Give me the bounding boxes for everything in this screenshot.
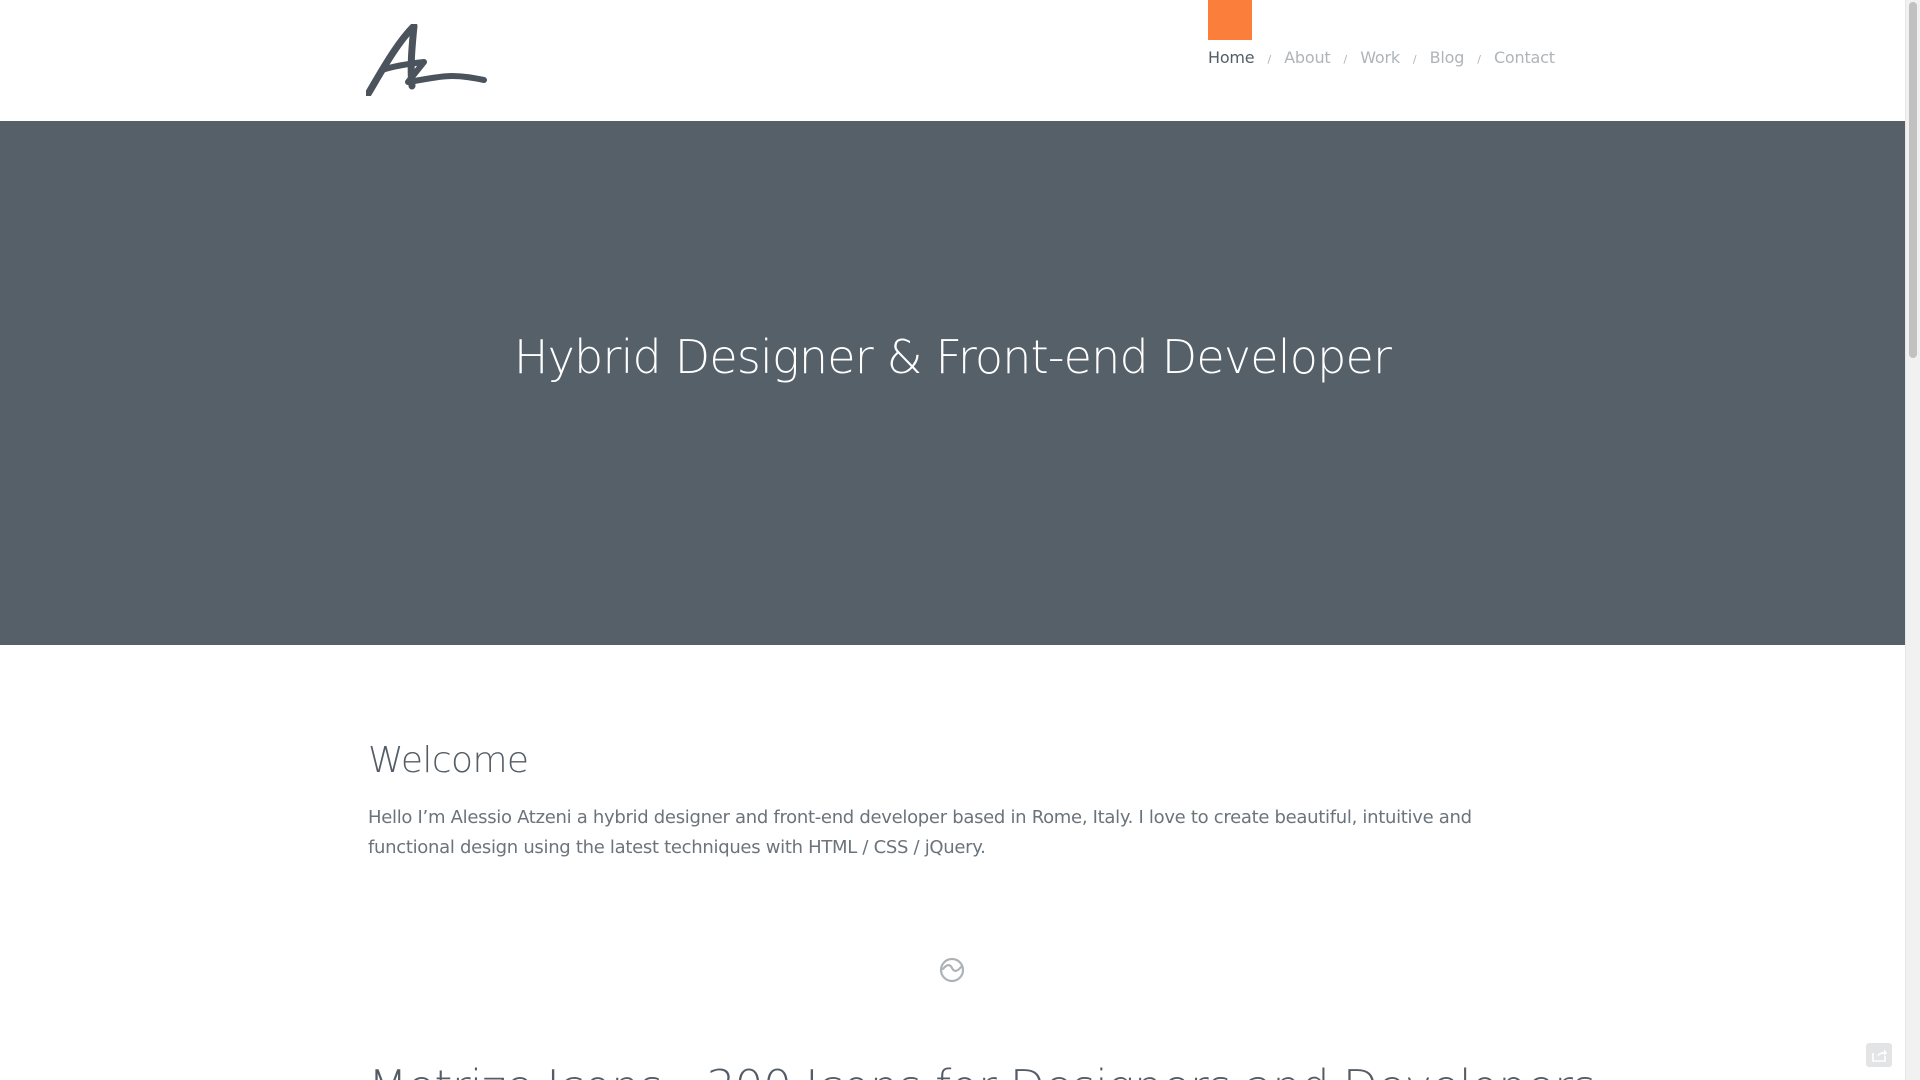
next-section-title[interactable]: Metrize Icons - 300 Icons for Designers … <box>368 1060 1596 1080</box>
nav-separator: / <box>1343 53 1348 66</box>
share-button[interactable] <box>1866 1043 1892 1067</box>
circle-divider-icon <box>938 956 966 984</box>
nav-separator: / <box>1412 53 1417 66</box>
az-signature-logo-icon <box>366 24 487 96</box>
nav-separator: / <box>1477 53 1481 66</box>
hero-title: Hybrid Designer & Front-end Developer <box>513 330 1392 384</box>
nav-item-work[interactable]: Work <box>1360 48 1400 67</box>
page-viewport: Home / About / Work / Blog / Contact Hyb… <box>0 0 1905 1080</box>
site-header: Home / About / Work / Blog / Contact <box>0 0 1905 121</box>
welcome-section: Welcome Hello I’m Alessio Atzeni a hybri… <box>368 740 1538 863</box>
site-logo[interactable] <box>366 24 488 96</box>
browser-page: Home / About / Work / Blog / Contact Hyb… <box>0 0 1920 1080</box>
nav-item-contact[interactable]: Contact <box>1494 48 1555 67</box>
nav-separator: / <box>1267 53 1272 66</box>
welcome-title: Welcome <box>368 740 529 781</box>
page-scrollbar[interactable] <box>1905 0 1920 1080</box>
nav-item-blog[interactable]: Blog <box>1430 48 1465 67</box>
welcome-text: Hello I’m Alessio Atzeni a hybrid design… <box>368 807 1472 858</box>
nav-list: Home / About / Work / Blog / Contact <box>1208 48 1555 67</box>
nav-item-home[interactable]: Home <box>1208 48 1255 67</box>
hero-banner: Hybrid Designer & Front-end Developer <box>0 121 1905 645</box>
nav-item-about[interactable]: About <box>1284 48 1331 67</box>
nav-accent-block <box>1208 0 1252 40</box>
share-icon <box>1872 1049 1887 1062</box>
scrollbar-thumb[interactable] <box>1909 2 1917 358</box>
